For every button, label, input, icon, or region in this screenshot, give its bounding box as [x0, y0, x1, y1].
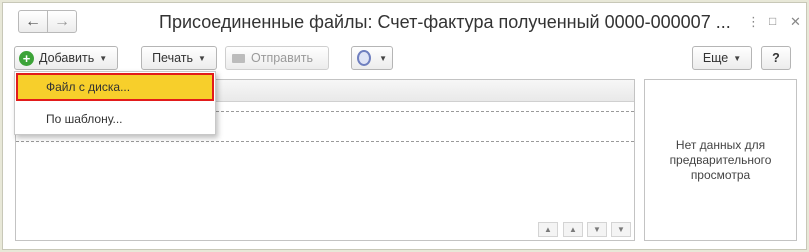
scroll-top-button[interactable]: ▲: [538, 222, 558, 237]
more-button[interactable]: Еще ▼: [692, 46, 752, 70]
print-button-label: Печать: [152, 51, 194, 65]
menu-item-label: Файл с диска...: [46, 80, 131, 94]
title-bar: ← → Присоединенные файлы: Счет-фактура п…: [3, 3, 806, 39]
scroll-bottom-icon: ▼: [617, 225, 625, 234]
scroll-down-button[interactable]: ▼: [587, 222, 607, 237]
scroll-up-button[interactable]: ▲: [563, 222, 583, 237]
window-title: Присоединенные файлы: Счет-фактура получ…: [159, 12, 731, 32]
plus-icon: +: [19, 50, 34, 66]
add-button[interactable]: + Добавить ▼: [14, 46, 118, 70]
add-dropdown-menu: Файл с диска... По шаблону...: [14, 71, 216, 135]
scroll-top-icon: ▲: [544, 225, 552, 234]
chevron-down-icon: ▼: [733, 53, 742, 63]
scroll-bottom-button[interactable]: ▼: [611, 222, 631, 237]
more-button-label: Еще: [702, 51, 729, 65]
globe-icon: [357, 50, 372, 66]
attached-files-window: ← → Присоединенные файлы: Счет-фактура п…: [2, 2, 807, 250]
add-button-label: Добавить: [39, 51, 95, 65]
chevron-down-icon: ▼: [379, 53, 387, 63]
chevron-down-icon: ▼: [198, 53, 206, 63]
menu-item-from-template[interactable]: По шаблону...: [16, 105, 214, 133]
back-button[interactable]: ←: [18, 10, 48, 33]
forward-button[interactable]: →: [47, 10, 77, 33]
chevron-down-icon: ▼: [593, 225, 601, 234]
send-button[interactable]: Отправить: [225, 46, 329, 70]
preview-panel: Нет данных для предварительного просмотр…: [644, 79, 797, 241]
edo-menu-button[interactable]: ▼: [351, 46, 393, 70]
print-button[interactable]: Печать ▼: [141, 46, 217, 70]
preview-empty-text: Нет данных для предварительного просмотр…: [669, 137, 772, 182]
send-button-label: Отправить: [251, 51, 313, 65]
more-vertical-icon[interactable]: ⋮: [747, 14, 760, 30]
close-icon[interactable]: ✕: [790, 14, 801, 30]
menu-item-label: По шаблону...: [46, 112, 123, 126]
envelope-icon: [232, 53, 245, 63]
maximize-icon[interactable]: □: [769, 14, 776, 28]
help-button[interactable]: ?: [761, 46, 791, 70]
menu-item-file-from-disk[interactable]: Файл с диска...: [16, 73, 214, 101]
arrow-left-icon: ←: [25, 12, 41, 30]
chevron-down-icon: ▼: [99, 53, 108, 63]
arrow-right-icon: →: [54, 12, 70, 30]
help-button-label: ?: [772, 51, 780, 65]
chevron-up-icon: ▲: [569, 225, 577, 234]
